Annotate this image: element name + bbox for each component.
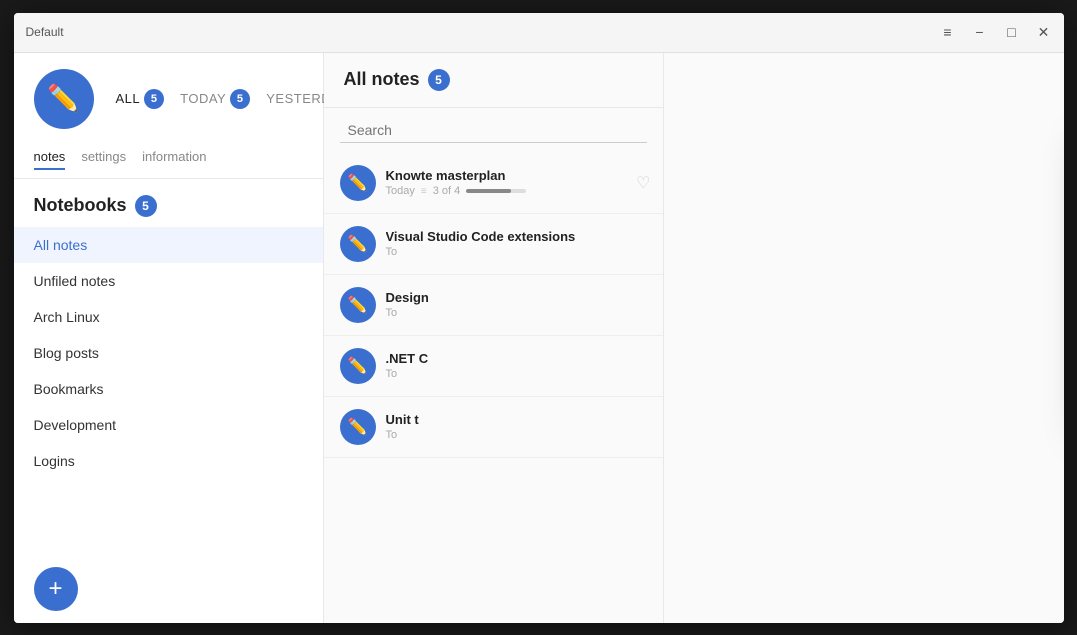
note-item-dotnet[interactable]: ✏️ .NET C To — [324, 336, 663, 397]
note-avatar-3: ✏️ — [340, 348, 376, 384]
note-item-knowte-masterplan[interactable]: ✏️ Knowte masterplan Today ≡ 3 of 4 ♡ — [324, 153, 663, 214]
sidebar-item-logins[interactable]: Logins — [14, 443, 323, 479]
note-sep-icon-0: ≡ — [421, 186, 427, 197]
add-notebook-button[interactable]: + — [34, 567, 78, 611]
sidebar-item-blog-posts[interactable]: Blog posts — [14, 335, 323, 371]
notes-panel: All notes 5 ✏️ Knowte masterplan Today ≡… — [324, 53, 664, 623]
menu-icon[interactable]: ≡ — [940, 24, 956, 40]
avatar: ✏️ — [34, 69, 94, 129]
note-item-design[interactable]: ✏️ Design To — [324, 275, 663, 336]
note-info-0: Knowte masterplan Today ≡ 3 of 4 — [386, 168, 647, 197]
minimize-icon[interactable]: − — [972, 24, 988, 40]
app-window: Default ≡ − □ ✕ ✏️ ALL 5 TODA — [14, 13, 1064, 623]
filter-tab-today-badge: 5 — [230, 89, 250, 109]
search-container — [324, 108, 663, 153]
pencil-icon-4: ✏️ — [348, 417, 368, 437]
sidebar-item-bookmarks[interactable]: Bookmarks — [14, 371, 323, 407]
note-avatar-0: ✏️ — [340, 165, 376, 201]
note-title-1: Visual Studio Code extensions — [386, 229, 647, 244]
sub-tabs: notes settings information — [14, 141, 323, 179]
notebooks-title: Notebooks — [34, 195, 127, 216]
notebooks-header: Notebooks 5 — [14, 179, 323, 227]
note-avatar-4: ✏️ — [340, 409, 376, 445]
note-title-2: Design — [386, 290, 647, 305]
sidebar-header: ✏️ ALL 5 TODAY 5 YESTERDAY 0 — [14, 53, 323, 141]
sidebar-item-development[interactable]: Development — [14, 407, 323, 443]
notebooks-count: 5 — [135, 195, 157, 217]
right-area: Development ≡ − □ ✕ ✏️ Knowte masterplan — [664, 53, 1064, 623]
note-meta-1: To — [386, 246, 647, 258]
filter-tab-all-label: ALL — [116, 91, 141, 106]
sidebar-item-all-notes[interactable]: All notes — [14, 227, 323, 263]
sidebar-item-unfiled-notes[interactable]: Unfiled notes — [14, 263, 323, 299]
note-title-4: Unit t — [386, 412, 647, 427]
tab-information[interactable]: information — [142, 149, 206, 170]
note-item-vscode[interactable]: ✏️ Visual Studio Code extensions To — [324, 214, 663, 275]
search-input[interactable] — [340, 118, 647, 143]
note-date-1: To — [386, 246, 398, 258]
heart-icon-0[interactable]: ♡ — [636, 173, 650, 193]
notes-header: All notes 5 — [324, 53, 663, 108]
note-meta-0: Today ≡ 3 of 4 — [386, 185, 647, 197]
pencil-icon: ✏️ — [47, 83, 79, 114]
note-avatar-1: ✏️ — [340, 226, 376, 262]
pencil-icon-1: ✏️ — [348, 234, 368, 254]
note-meta-3: To — [386, 368, 647, 380]
note-info-1: Visual Studio Code extensions To — [386, 229, 647, 258]
pencil-icon-0: ✏️ — [348, 173, 368, 193]
note-progress-0: 3 of 4 — [433, 185, 461, 197]
filter-tab-all[interactable]: ALL 5 — [108, 85, 173, 113]
note-date-3: To — [386, 368, 398, 380]
notebook-list: All notes Unfiled notes Arch Linux Blog … — [14, 227, 323, 555]
pencil-icon-2: ✏️ — [348, 295, 368, 315]
note-progress-bar-0 — [466, 189, 526, 193]
note-meta-4: To — [386, 429, 647, 441]
filter-tab-all-badge: 5 — [144, 89, 164, 109]
sidebar-item-arch-linux[interactable]: Arch Linux — [14, 299, 323, 335]
notes-title: All notes — [344, 69, 420, 90]
note-info-3: .NET C To — [386, 351, 647, 380]
note-meta-2: To — [386, 307, 647, 319]
filter-tab-today[interactable]: TODAY 5 — [172, 85, 258, 113]
filter-tab-today-label: TODAY — [180, 91, 226, 106]
tab-notes[interactable]: notes — [34, 149, 66, 170]
titlebar-default-label: Default — [26, 25, 64, 39]
note-avatar-2: ✏️ — [340, 287, 376, 323]
notes-count: 5 — [428, 69, 450, 91]
note-item-unit[interactable]: ✏️ Unit t To — [324, 397, 663, 458]
close-icon[interactable]: ✕ — [1036, 24, 1052, 40]
main-content: ✏️ ALL 5 TODAY 5 YESTERDAY 0 — [14, 53, 1064, 623]
sidebar: ✏️ ALL 5 TODAY 5 YESTERDAY 0 — [14, 53, 324, 623]
maximize-icon[interactable]: □ — [1004, 24, 1020, 40]
note-progress-fill-0 — [466, 189, 511, 193]
note-date-4: To — [386, 429, 398, 441]
note-date-0: Today — [386, 185, 415, 197]
note-info-4: Unit t To — [386, 412, 647, 441]
note-info-2: Design To — [386, 290, 647, 319]
titlebar-controls: ≡ − □ ✕ — [940, 24, 1052, 40]
note-title-0: Knowte masterplan — [386, 168, 647, 183]
note-date-2: To — [386, 307, 398, 319]
titlebar: Default ≡ − □ ✕ — [14, 13, 1064, 53]
tab-settings[interactable]: settings — [81, 149, 126, 170]
note-title-3: .NET C — [386, 351, 647, 366]
pencil-icon-3: ✏️ — [348, 356, 368, 376]
